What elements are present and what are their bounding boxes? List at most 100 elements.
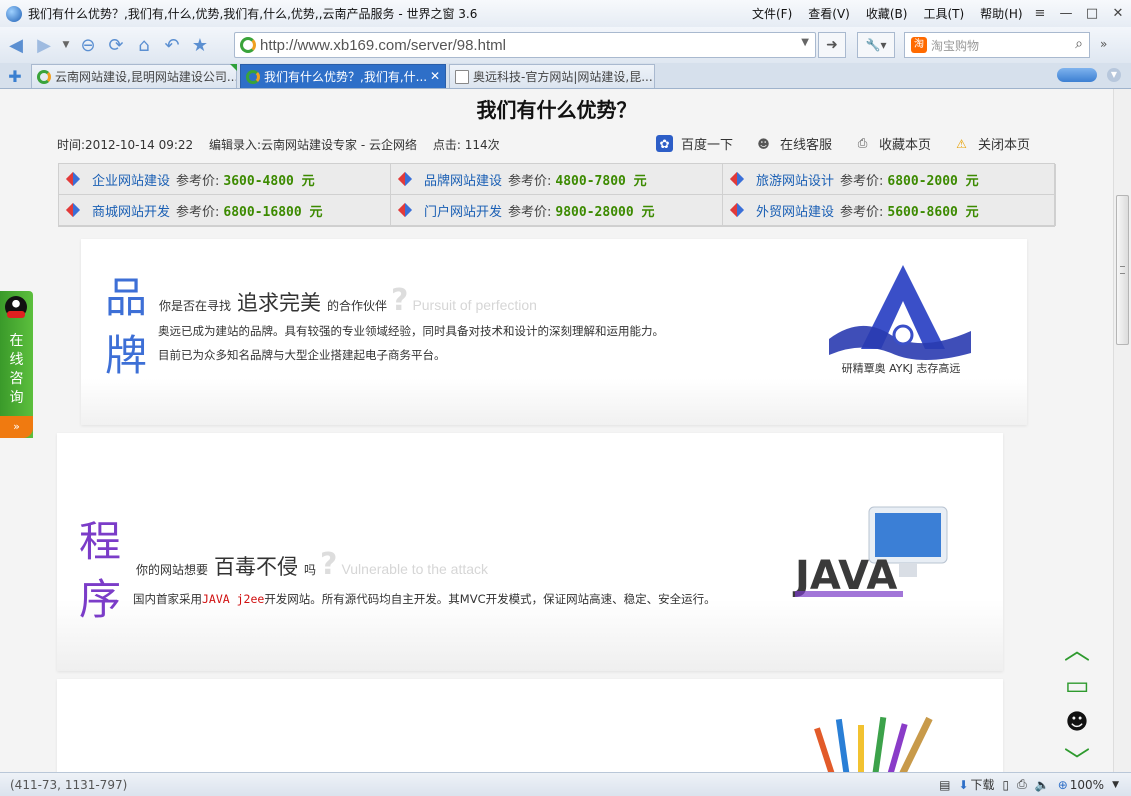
service-price: 3600-4800 元 [223, 173, 315, 189]
aykj-logo-text: 研精覃奥 AYKJ 志存高远 [842, 361, 961, 375]
bookmark-page-link[interactable]: ⎙ 收藏本页 [854, 134, 931, 153]
service-link[interactable]: 商城网站开发 [92, 201, 170, 220]
maximize-icon[interactable]: □ [1079, 6, 1105, 21]
search-icon[interactable]: ⌕ [1075, 36, 1083, 52]
menu-tools[interactable]: 工具(T) [923, 5, 964, 22]
vertical-scrollbar[interactable] [1113, 89, 1131, 772]
program-english: Vulnerable to the attack [341, 561, 489, 577]
status-coords: (411-73, 1131-797) [10, 777, 128, 792]
page-title: 我们有什么优势？ [476, 98, 637, 122]
online-service-link[interactable]: ☻ 在线客服 [755, 134, 832, 154]
refresh-button[interactable]: ⟳ [104, 33, 128, 57]
program-lead-pre: 你的网站想要 [136, 563, 209, 577]
program-desc-b: 开发网站。所有源代码均自主开发。其MVC开发模式，保证网站高速、稳定、安全运行。 [264, 592, 716, 606]
brand-description: 奥远已成为建站的品牌。具有较强的专业领域经验，同时具备对技术和设计的深刻理解和运… [158, 319, 664, 367]
favorite-button[interactable]: ★ [188, 33, 212, 57]
menu-bar: 文件(F) 查看(V) 收藏(B) 工具(T) 帮助(H) [752, 0, 1039, 27]
tab-scroll-button[interactable] [1057, 68, 1097, 82]
brand-highlight: 追求完美 [237, 291, 322, 315]
design-panel [57, 679, 1003, 772]
go-button[interactable]: ➜ [818, 32, 846, 58]
address-bar[interactable]: http://www.xb169.com/server/98.html ▼ [234, 32, 816, 58]
minimize-icon[interactable]: — [1053, 6, 1079, 21]
zoom-icon[interactable]: ⊕ [1058, 778, 1068, 792]
forward-arrow-icon: ▶ [37, 34, 51, 56]
service-price: 6800-16800 元 [223, 204, 323, 220]
close-page-link[interactable]: ⚠ 关闭本页 [953, 134, 1030, 154]
forward-button[interactable]: ▶ [32, 33, 56, 57]
service-ref-label: 参考价: [508, 204, 552, 220]
toolbar-overflow-icon[interactable]: » [1100, 37, 1107, 51]
service-link[interactable]: 品牌网站建设 [424, 170, 502, 189]
service-cell: 旅游网站设计 参考价: 6800-2000 元 [723, 164, 1056, 195]
tab-yunnan-website[interactable]: 云南网站建设,昆明网站建设公司... [31, 64, 237, 88]
tab-aoyuan-official[interactable]: 奥远科技-官方网站|网站建设,昆... [449, 64, 655, 88]
service-price-table: 企业网站建设 参考价: 3600-4800 元 品牌网站建设 参考价: 4800… [58, 163, 1056, 227]
article-editor: 编辑录入:云南网站建设专家 - 云企网络 [209, 138, 418, 152]
tab-advantages[interactable]: 我们有什么优势？,我们有,什... ✕ [240, 64, 446, 88]
scrollbar-thumb[interactable] [1116, 195, 1129, 345]
window-menu-icon[interactable]: ≡ [1027, 6, 1053, 21]
search-input[interactable]: 淘宝购物 [931, 37, 979, 54]
menu-favorites[interactable]: 收藏(B) [866, 5, 908, 22]
online-consult-widget[interactable]: 在线咨询 » [0, 291, 33, 438]
stop-button[interactable]: ⊖ [76, 33, 100, 57]
program-highlight: 百毒不侵 [214, 555, 299, 579]
program-description: 国内首家采用JAVA j2ee开发网站。所有源代码均自主开发。其MVC开发模式，… [133, 587, 716, 611]
menu-view[interactable]: 查看(V) [808, 5, 850, 22]
service-price: 5600-8600 元 [887, 204, 979, 220]
zoom-level[interactable]: 100% [1070, 778, 1104, 792]
download-label[interactable]: 下载 [971, 776, 995, 793]
program-question-mark: ? [320, 547, 338, 582]
taobao-logo-icon[interactable]: 淘 [911, 37, 927, 53]
service-link[interactable]: 门户网站开发 [424, 201, 502, 220]
back-arrow-icon: ◀ [9, 34, 23, 56]
qq-penguin-icon: ☻ [757, 136, 770, 151]
brand-question-mark: ? [391, 283, 409, 318]
service-ref-label: 参考价: [176, 173, 220, 189]
document-icon[interactable]: ▯ [1003, 778, 1010, 792]
history-dropdown[interactable]: ▼ [60, 33, 72, 57]
service-link[interactable]: 旅游网站设计 [756, 170, 834, 189]
zoom-dropdown-icon[interactable]: ▼ [1112, 780, 1119, 790]
tab-label: 奥远科技-官方网站|网站建设,昆... [473, 70, 653, 84]
consult-expand-button[interactable]: » [0, 416, 33, 438]
scroll-top-button[interactable]: ︿ [1058, 630, 1096, 667]
tab-close-icon[interactable]: ✕ [430, 69, 440, 83]
java-monitor-logo: JAVA [792, 506, 948, 599]
qq-contact-button[interactable]: ☻ [1058, 704, 1096, 741]
comment-button[interactable]: ▭ [1058, 667, 1096, 704]
tab-list-icon[interactable]: ▼ [1107, 68, 1121, 82]
program-char-1: 程 [79, 517, 122, 566]
speaker-icon[interactable]: 🔈 [1035, 778, 1050, 792]
tools-button[interactable]: 🔧▾ [857, 32, 895, 58]
address-dropdown-icon[interactable]: ▼ [801, 37, 809, 48]
program-lead-post: 吗 [304, 563, 317, 577]
print-icon[interactable]: ⎙ [1017, 777, 1027, 792]
service-link[interactable]: 外贸网站建设 [756, 201, 834, 220]
new-tab-button[interactable]: ✚ [2, 64, 28, 88]
close-icon[interactable]: ✕ [1105, 6, 1131, 21]
diamond-bullet-icon [397, 202, 413, 218]
search-box[interactable]: 淘 淘宝购物 ⌕ [904, 32, 1090, 58]
chevron-up-icon: ︿ [1063, 636, 1090, 666]
consult-label: 在线咨询 [0, 332, 33, 408]
go-arrow-icon: ➜ [826, 37, 838, 53]
service-price: 9800-28000 元 [555, 204, 655, 220]
home-button[interactable]: ⌂ [132, 33, 156, 57]
tab-favicon-icon [246, 69, 260, 84]
menu-help[interactable]: 帮助(H) [980, 5, 1022, 22]
status-tools: ▤ ⬇ 下载 ▯ ⎙ 🔈 ⊕ 100% ▼ [931, 776, 1119, 793]
qq-penguin-icon: ☻ [1065, 710, 1089, 735]
service-ref-label: 参考价: [176, 204, 220, 220]
baidu-search-link[interactable]: ✿ 百度一下 [656, 134, 733, 153]
undo-close-button[interactable]: ↶ [160, 33, 184, 57]
download-icon[interactable]: ⬇ [958, 778, 968, 792]
back-button[interactable]: ◀ [4, 33, 28, 57]
address-url[interactable]: http://www.xb169.com/server/98.html [260, 37, 506, 54]
stop-icon: ⊖ [80, 34, 96, 56]
menu-file[interactable]: 文件(F) [752, 5, 792, 22]
page-info-icon[interactable]: ▤ [939, 778, 950, 792]
service-link[interactable]: 企业网站建设 [92, 170, 170, 189]
printer-icon: ⎙ [857, 136, 868, 150]
